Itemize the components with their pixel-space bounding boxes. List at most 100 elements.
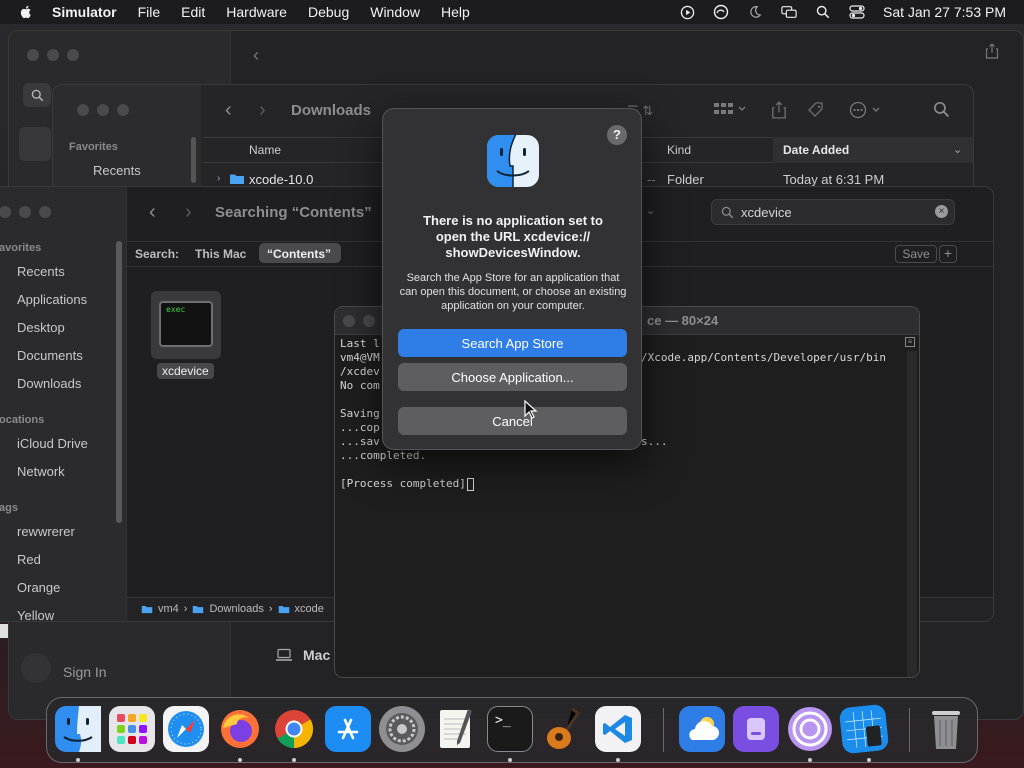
close-button[interactable] bbox=[0, 206, 11, 218]
minimize-button[interactable] bbox=[19, 206, 31, 218]
sidebar-item-recents[interactable]: Recents bbox=[93, 163, 141, 178]
search-button[interactable] bbox=[23, 83, 51, 107]
safari-icon[interactable] bbox=[163, 706, 209, 752]
file-name-xcode[interactable]: xcode-10.0 bbox=[249, 172, 313, 187]
textedit-icon[interactable] bbox=[433, 706, 479, 752]
path-item-vm4[interactable]: vm4 bbox=[158, 603, 179, 615]
terminal-scrollbar[interactable] bbox=[907, 351, 917, 677]
forward-chevron-icon[interactable]: › bbox=[185, 201, 192, 224]
chrome-icon[interactable] bbox=[271, 706, 317, 752]
sidebar-item-documents[interactable]: Documents bbox=[17, 348, 83, 363]
file-kind: Folder bbox=[667, 172, 704, 187]
search-input[interactable]: xcdevice bbox=[741, 205, 792, 220]
avatar[interactable] bbox=[21, 653, 51, 683]
firefox-icon[interactable] bbox=[217, 706, 263, 752]
control-center-icon[interactable] bbox=[849, 4, 865, 20]
icloud-weather-icon[interactable] bbox=[679, 706, 725, 752]
save-search-button[interactable]: Save bbox=[895, 245, 937, 263]
minimize-button[interactable] bbox=[97, 104, 109, 116]
disclosure-triangle-icon[interactable]: › bbox=[217, 173, 220, 184]
path-item-xcode[interactable]: xcode bbox=[295, 603, 324, 615]
sort-chevron-icon[interactable]: ⌄ bbox=[953, 143, 962, 156]
more-actions-icon[interactable] bbox=[849, 101, 883, 124]
share-icon[interactable] bbox=[771, 101, 787, 124]
sidebar-item-mac[interactable]: Mac bbox=[275, 647, 330, 663]
app-store-icon[interactable] bbox=[325, 706, 371, 752]
window-controls bbox=[77, 104, 129, 116]
menu-file[interactable]: File bbox=[138, 4, 161, 20]
scope-this-mac[interactable]: This Mac bbox=[195, 247, 246, 261]
purple-disk-icon[interactable] bbox=[733, 706, 779, 752]
apple-menu-icon[interactable] bbox=[18, 4, 34, 20]
sidebar-tag-rewwrerer[interactable]: rewwrerer bbox=[17, 524, 75, 539]
sidebar-item-icloud-drive[interactable]: iCloud Drive bbox=[17, 436, 88, 451]
moon-icon[interactable] bbox=[747, 4, 763, 20]
clear-search-icon[interactable]: × bbox=[935, 205, 948, 218]
menu-edit[interactable]: Edit bbox=[181, 4, 205, 20]
kind-column-dash: -- bbox=[647, 172, 656, 187]
cancel-button[interactable]: Cancel bbox=[398, 407, 627, 435]
sidebar-tag-yellow[interactable]: Yellow bbox=[17, 608, 54, 621]
garageband-icon[interactable] bbox=[541, 706, 587, 752]
terminal-title: ce — 80×24 bbox=[647, 313, 719, 328]
sidebar-scrollbar[interactable] bbox=[116, 241, 122, 523]
minimize-button[interactable] bbox=[363, 315, 375, 327]
help-button[interactable]: ? bbox=[607, 125, 627, 145]
trash-icon[interactable] bbox=[923, 706, 969, 752]
result-file-name[interactable]: xcdevice bbox=[157, 363, 214, 379]
zoom-button[interactable] bbox=[117, 104, 129, 116]
tag-icon[interactable] bbox=[807, 101, 825, 124]
close-button[interactable] bbox=[27, 49, 39, 61]
search-icon[interactable] bbox=[933, 101, 950, 123]
search-icon[interactable] bbox=[815, 4, 831, 20]
sidebar-item-network[interactable]: Network bbox=[17, 464, 65, 479]
no-application-dialog: ? There is no application set to open th… bbox=[382, 108, 642, 450]
menubar-clock[interactable]: Sat Jan 27 7:53 PM bbox=[883, 4, 1006, 20]
sidebar-item-applications[interactable]: Applications bbox=[17, 292, 87, 307]
sidebar-item-recents[interactable]: Recents bbox=[17, 264, 65, 279]
swirl-icon[interactable] bbox=[713, 4, 729, 20]
add-criteria-button[interactable]: + bbox=[939, 245, 957, 263]
sidebar-scrollbar[interactable] bbox=[191, 137, 196, 183]
sidebar-item-downloads[interactable]: Downloads bbox=[17, 376, 81, 391]
path-item-downloads[interactable]: Downloads bbox=[209, 603, 263, 615]
laptop-icon bbox=[276, 648, 292, 661]
play-circle-icon[interactable] bbox=[679, 4, 695, 20]
torrent-icon[interactable] bbox=[787, 706, 833, 752]
sidebar-item-desktop[interactable]: Desktop bbox=[17, 320, 65, 335]
back-chevron-icon[interactable]: ‹ bbox=[149, 201, 156, 224]
dock: >_ bbox=[46, 697, 978, 763]
column-header-name[interactable]: Name bbox=[249, 143, 281, 157]
terminal-icon[interactable]: >_ bbox=[487, 706, 533, 752]
search-app-store-button[interactable]: Search App Store bbox=[398, 329, 627, 357]
menu-window[interactable]: Window bbox=[370, 4, 420, 20]
back-chevron-icon[interactable]: ‹ bbox=[253, 45, 259, 66]
menu-debug[interactable]: Debug bbox=[308, 4, 349, 20]
back-chevron-icon[interactable]: ‹ bbox=[225, 99, 232, 122]
launchpad-icon[interactable] bbox=[109, 706, 155, 752]
grid-view-icon[interactable] bbox=[713, 101, 747, 122]
menu-app-name[interactable]: Simulator bbox=[52, 4, 117, 20]
system-settings-icon[interactable] bbox=[379, 706, 425, 752]
column-header-kind[interactable]: Kind bbox=[667, 143, 691, 157]
forward-chevron-icon[interactable]: › bbox=[259, 99, 266, 122]
zoom-button[interactable] bbox=[39, 206, 51, 218]
mouse-cursor-icon bbox=[524, 400, 538, 419]
menu-help[interactable]: Help bbox=[441, 4, 470, 20]
close-button[interactable] bbox=[77, 104, 89, 116]
close-button[interactable] bbox=[343, 315, 355, 327]
vscode-icon[interactable] bbox=[595, 706, 641, 752]
running-indicator bbox=[616, 758, 620, 762]
split-view-icon[interactable]: ≡ bbox=[905, 337, 915, 347]
share-icon[interactable] bbox=[985, 43, 999, 64]
screen-mirroring-icon[interactable] bbox=[781, 4, 797, 20]
choose-application-button[interactable]: Choose Application... bbox=[398, 363, 627, 391]
minimize-button[interactable] bbox=[47, 49, 59, 61]
xcode-icon[interactable] bbox=[838, 703, 890, 755]
finder-icon[interactable] bbox=[55, 706, 101, 752]
sidebar-tag-red[interactable]: Red bbox=[17, 552, 41, 567]
zoom-button[interactable] bbox=[67, 49, 79, 61]
menu-hardware[interactable]: Hardware bbox=[226, 4, 287, 20]
sign-in-link[interactable]: Sign In bbox=[63, 664, 107, 680]
sidebar-tag-orange[interactable]: Orange bbox=[17, 580, 60, 595]
